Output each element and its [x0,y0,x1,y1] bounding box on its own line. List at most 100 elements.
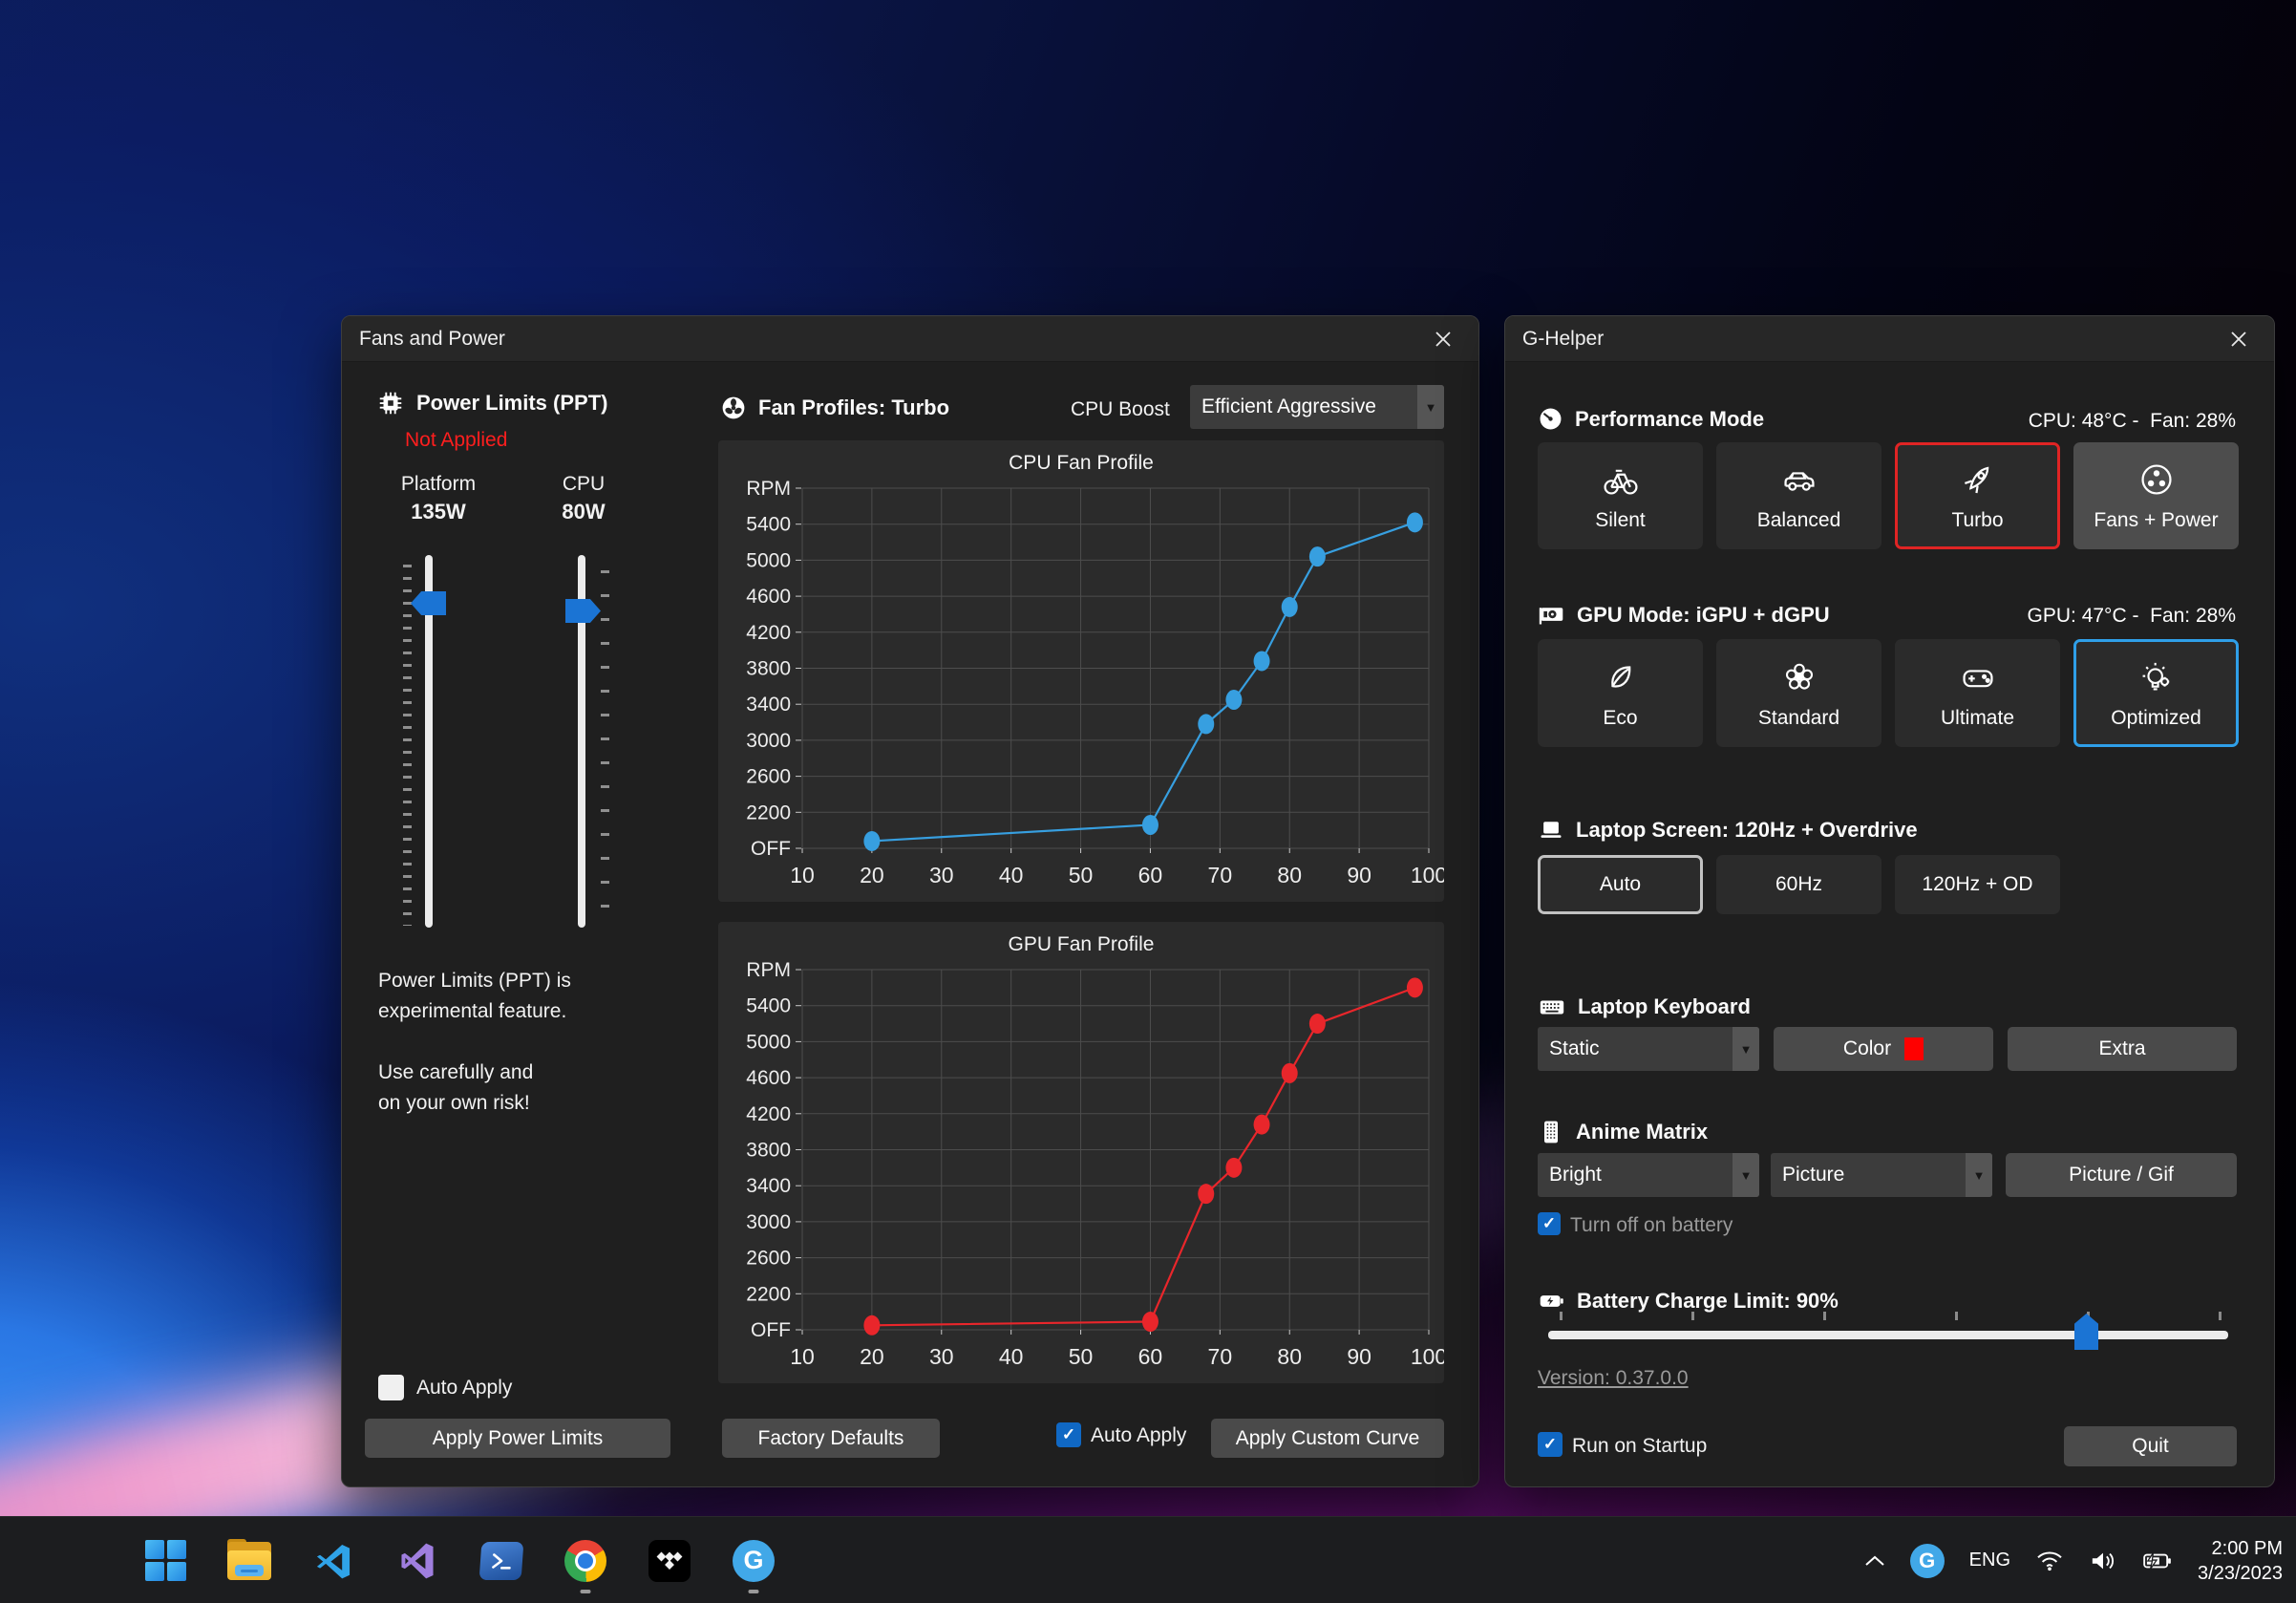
platform-slider-thumb[interactable] [411,591,446,615]
speaker-icon[interactable] [2089,1549,2117,1573]
language-indicator[interactable]: ENG [1969,1550,2010,1571]
keyboard-mode-dropdown[interactable]: Static [1538,1027,1759,1071]
ghelper-titlebar[interactable]: G-Helper [1505,316,2274,362]
fan-profiles-heading: Fan Profiles: Turbo [720,395,949,421]
screen-button-60hz[interactable]: 60Hz [1716,855,1881,914]
tray-g-helper-icon[interactable]: G [1910,1544,1945,1578]
anime-mode-value: Picture [1771,1164,1966,1186]
mode-button-optimized[interactable]: Optimized [2073,639,2239,747]
svg-text:CPU Fan Profile: CPU Fan Profile [1009,452,1154,474]
chevron-down-icon[interactable] [1417,385,1444,429]
factory-defaults-button[interactable]: Factory Defaults [722,1419,940,1458]
anime-matrix-heading: Anime Matrix [1538,1119,1708,1145]
leaf-icon [1601,657,1641,697]
mode-button-standard[interactable]: Standard [1716,639,1881,747]
rocket-icon [1958,460,1998,500]
fan-icon [2137,460,2177,500]
g-helper-window: G-Helper Performance Mode CPU: 48°C - Fa… [1504,315,2275,1487]
svg-text:2200: 2200 [746,1283,791,1305]
chevron-down-icon[interactable] [1733,1027,1759,1071]
tray-date: 3/23/2023 [2198,1561,2283,1586]
svg-text:GPU Fan Profile: GPU Fan Profile [1009,933,1155,955]
bulb-gear-icon [2137,657,2177,697]
platform-value: 135W [378,500,499,524]
keyboard-extra-button[interactable]: Extra [2008,1027,2237,1071]
cpu-temp-status: CPU: 48°C - Fan: 28% [2029,410,2236,433]
bicycle-icon [1601,460,1641,500]
mode-button-fans-power[interactable]: Fans + Power [2073,442,2239,549]
performance-mode-heading: Performance Mode [1538,406,1764,432]
gpu-card-icon [1538,601,1565,629]
gpu-fan-chart[interactable]: GPU Fan Profile102030405060708090100OFF2… [718,922,1444,1383]
chip-icon [376,389,405,417]
wifi-icon[interactable] [2035,1550,2064,1572]
gpu-mode-heading: GPU Mode: iGPU + dGPU [1538,601,1830,629]
running-indicator [749,1590,759,1593]
platform-slider-ticks [403,565,412,926]
svg-text:3000: 3000 [746,1211,791,1233]
chevron-down-icon[interactable] [1733,1153,1759,1197]
apply-power-limits-button[interactable]: Apply Power Limits [365,1419,670,1458]
cpu-slider-thumb[interactable] [565,599,601,623]
anime-picture-gif-button[interactable]: Picture / Gif [2006,1153,2237,1197]
cpu-fan-chart[interactable]: CPU Fan Profile102030405060708090100OFF2… [718,440,1444,902]
start-icon[interactable] [143,1539,187,1583]
tray-time: 2:00 PM [2198,1536,2283,1561]
cpu-boost-value: Efficient Aggressive [1190,395,1417,418]
svg-text:4600: 4600 [746,1067,791,1089]
battery-heading: Battery Charge Limit: 90% [1538,1287,1839,1314]
fans-window-title: Fans and Power [359,328,505,351]
svg-text:40: 40 [999,863,1024,887]
file-explorer-icon[interactable] [227,1539,271,1583]
svg-text:60: 60 [1138,1344,1163,1369]
mode-button-turbo[interactable]: Turbo [1895,442,2060,549]
tray-chevron-up-icon[interactable] [1864,1554,1885,1568]
visual-studio-icon[interactable] [395,1539,439,1583]
keyboard-icon [1538,993,1566,1021]
mode-button-ultimate[interactable]: Ultimate [1895,639,2060,747]
mode-button-silent[interactable]: Silent [1538,442,1703,549]
matrix-icon [1538,1119,1564,1145]
svg-text:80: 80 [1277,863,1302,887]
taskbar-icons: G [143,1517,776,1603]
power-auto-apply-checkbox[interactable] [378,1375,404,1400]
cpu-boost-dropdown[interactable]: Efficient Aggressive [1190,385,1444,429]
tidal-icon[interactable] [648,1539,691,1583]
run-on-startup-checkbox[interactable] [1538,1432,1563,1457]
svg-text:10: 10 [790,1344,815,1369]
screen-button-auto[interactable]: Auto [1538,855,1703,914]
close-icon[interactable] [2224,326,2253,353]
svg-text:3400: 3400 [746,694,791,716]
anime-brightness-dropdown[interactable]: Bright [1538,1153,1759,1197]
car-icon [1779,460,1819,500]
mode-button-eco[interactable]: Eco [1538,639,1703,747]
quit-button[interactable]: Quit [2064,1426,2237,1466]
clock[interactable]: 2:00 PM 3/23/2023 [2198,1536,2283,1586]
mode-button-balanced[interactable]: Balanced [1716,442,1881,549]
svg-text:3800: 3800 [746,658,791,680]
vscode-icon[interactable] [311,1539,355,1583]
svg-text:RPM: RPM [746,959,791,981]
svg-text:20: 20 [860,863,884,887]
powershell-icon[interactable] [479,1539,523,1583]
version-link[interactable]: Version: 0.37.0.0 [1538,1367,1689,1390]
svg-text:90: 90 [1347,1344,1371,1369]
gauge-icon [1538,406,1563,432]
fans-window-titlebar[interactable]: Fans and Power [342,316,1478,362]
desktop: Fans and Power Power Limits (PPT) Not Ap… [0,0,2296,1603]
svg-text:60: 60 [1138,863,1163,887]
battery-tray-icon[interactable] [2142,1550,2173,1572]
battery-slider-track[interactable] [1548,1331,2228,1339]
g-letter: G [743,1546,763,1575]
apply-custom-curve-button[interactable]: Apply Custom Curve [1211,1419,1444,1458]
keyboard-color-button[interactable]: Color [1774,1027,1993,1071]
screen-button-120hz-od[interactable]: 120Hz + OD [1895,855,2060,914]
chrome-icon[interactable] [563,1539,607,1583]
g-helper-icon[interactable]: G [732,1539,776,1583]
anime-mode-dropdown[interactable]: Picture [1771,1153,1992,1197]
run-on-startup-label: Run on Startup [1572,1435,1707,1458]
curve-auto-apply-checkbox[interactable] [1056,1422,1081,1447]
chevron-down-icon[interactable] [1966,1153,1992,1197]
anime-battery-checkbox[interactable] [1538,1212,1561,1235]
close-icon[interactable] [1429,326,1457,353]
